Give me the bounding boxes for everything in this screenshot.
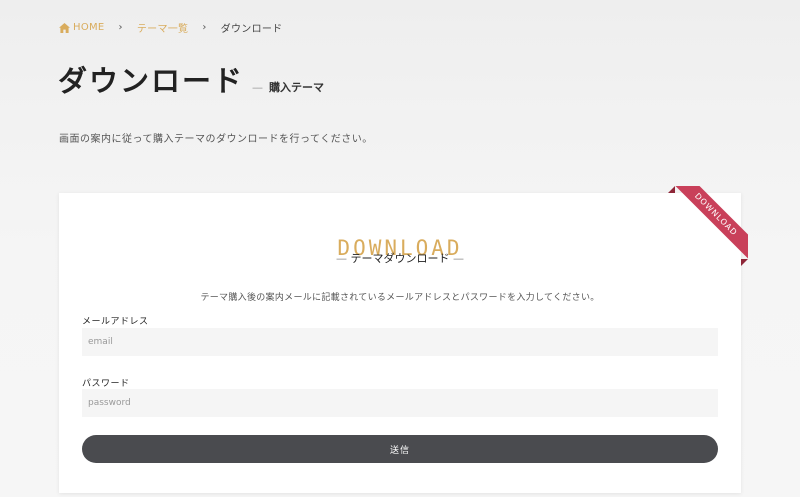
breadcrumb-home-label: HOME bbox=[73, 22, 105, 33]
card-description: テーマ購入後の案内メールに記載されているメールアドレスとパスワードを入力してくだ… bbox=[200, 293, 600, 303]
breadcrumb-separator: › bbox=[118, 22, 123, 33]
breadcrumb-home-link[interactable]: HOME bbox=[59, 22, 105, 33]
page-title-block: ダウンロード — 購入テーマ bbox=[58, 58, 324, 100]
home-icon bbox=[59, 22, 70, 33]
subheading-line: — bbox=[336, 252, 347, 265]
card-subheading: テーマダウンロード bbox=[350, 252, 450, 265]
breadcrumb-theme-list-link[interactable]: テーマ一覧 bbox=[137, 20, 189, 35]
subheading-line: — bbox=[453, 252, 464, 265]
page-subtitle-block: — 購入テーマ bbox=[252, 79, 324, 95]
breadcrumb-separator: › bbox=[202, 22, 207, 33]
password-input[interactable] bbox=[82, 389, 718, 417]
download-card: DOWNLOAD DOWNLOAD — テーマダウンロード — テーマ購入後の案… bbox=[59, 186, 748, 493]
submit-button[interactable]: 送信 bbox=[82, 435, 718, 463]
page-subtitle: 購入テーマ bbox=[269, 81, 325, 94]
email-input[interactable] bbox=[82, 328, 718, 356]
subtitle-dash: — bbox=[252, 81, 264, 94]
card-subheading-block: — テーマダウンロード — bbox=[59, 250, 741, 266]
breadcrumb-current: ダウンロード bbox=[220, 24, 283, 35]
intro-text: 画面の案内に従って購入テーマのダウンロードを行ってください。 bbox=[59, 134, 373, 145]
email-label: メールアドレス bbox=[82, 317, 149, 327]
password-label: パスワード bbox=[82, 379, 130, 389]
page-title: ダウンロード bbox=[58, 64, 245, 98]
breadcrumb: HOME › テーマ一覧 › ダウンロード bbox=[59, 20, 282, 35]
